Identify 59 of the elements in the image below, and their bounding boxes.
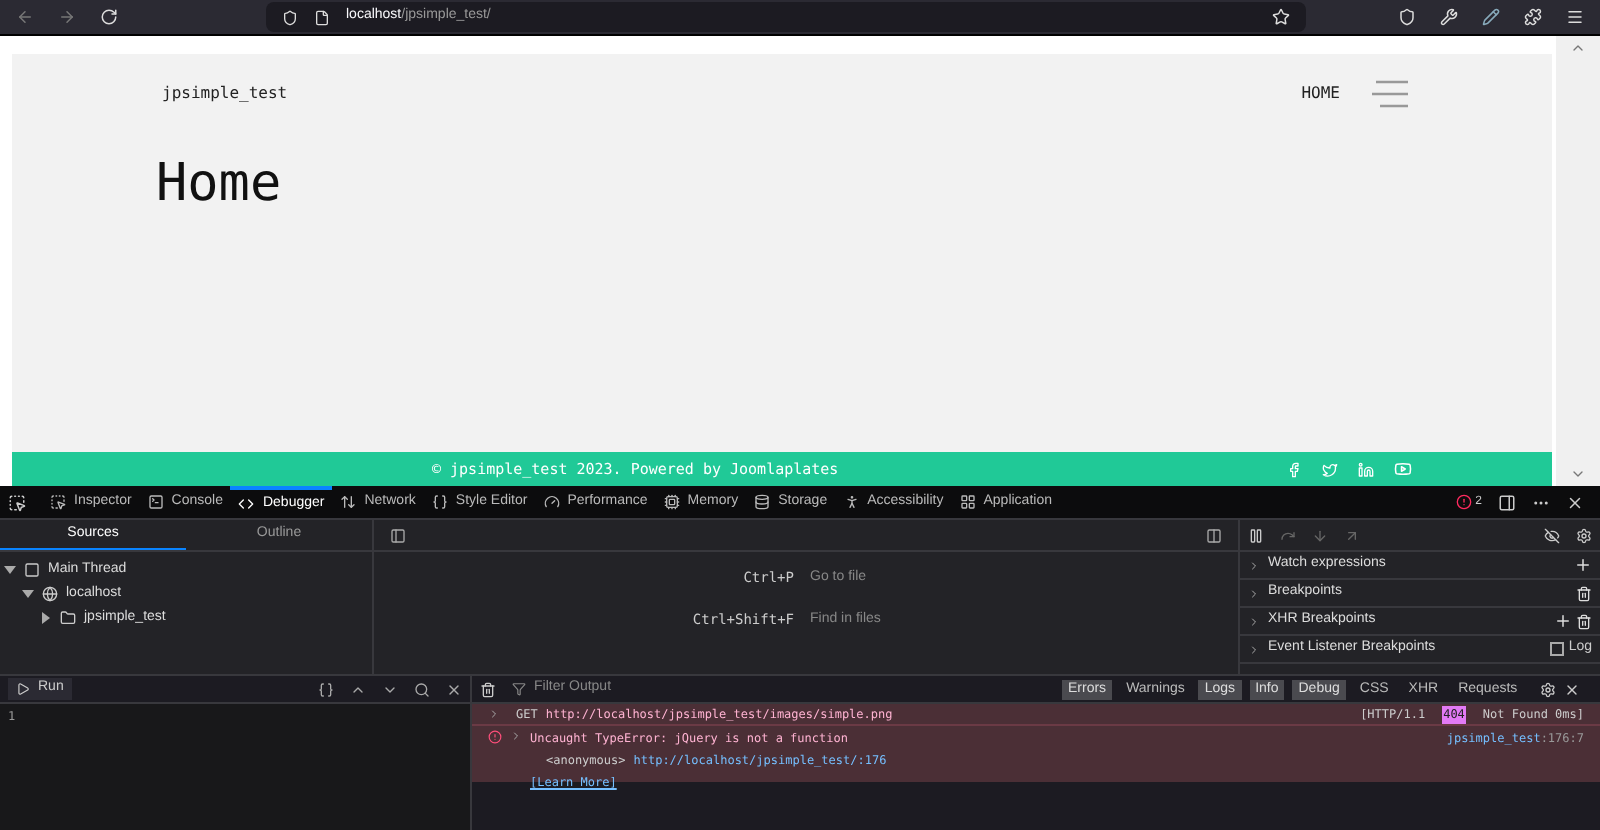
- star-icon[interactable]: [1272, 8, 1290, 26]
- person-icon: [843, 494, 860, 510]
- wrench-icon[interactable]: [1440, 8, 1458, 26]
- pause-icon[interactable]: [1248, 527, 1264, 543]
- panel-toggle-icon[interactable]: [1206, 527, 1222, 543]
- pencil-icon[interactable]: [1482, 8, 1500, 26]
- trash-icon[interactable]: [1576, 585, 1592, 601]
- log-checkbox[interactable]: [1550, 642, 1565, 656]
- scrollbar[interactable]: [1556, 36, 1600, 486]
- error-icon: [1455, 494, 1472, 510]
- close-icon[interactable]: [1563, 681, 1580, 697]
- puzzle-icon[interactable]: [1524, 8, 1542, 26]
- picker-icon[interactable]: [8, 493, 26, 511]
- deactivate-icon[interactable]: [1544, 527, 1560, 543]
- arrows-icon: [340, 494, 357, 510]
- close-icon[interactable]: [1566, 493, 1584, 511]
- reload-icon[interactable]: [100, 8, 118, 26]
- frame-icon: [24, 562, 40, 578]
- search-icon[interactable]: [414, 681, 430, 697]
- shield-icon[interactable]: [282, 9, 298, 25]
- dock-icon[interactable]: [1498, 493, 1516, 511]
- database-icon: [754, 494, 771, 510]
- error-icon: [488, 730, 502, 744]
- code-icon: [238, 496, 255, 512]
- add-icon[interactable]: [1554, 612, 1572, 630]
- chip-icon: [663, 494, 680, 510]
- nav-link[interactable]: HOME: [1301, 82, 1340, 106]
- settings-icon[interactable]: [1539, 681, 1556, 697]
- trash-icon[interactable]: [1576, 613, 1592, 629]
- forward-icon[interactable]: [58, 8, 76, 26]
- triangle-icon[interactable]: [22, 588, 34, 600]
- gauge-icon: [543, 494, 560, 510]
- step-in-icon[interactable]: [1312, 527, 1328, 543]
- page-heading: Home: [154, 158, 284, 210]
- step-out-icon[interactable]: [1344, 527, 1360, 543]
- grid-icon: [959, 494, 976, 510]
- hamburger-icon[interactable]: [1372, 80, 1408, 108]
- add-icon[interactable]: [1574, 556, 1592, 574]
- folder-icon: [60, 610, 76, 626]
- menu-icon[interactable]: [1566, 8, 1584, 26]
- triangle-icon[interactable]: [4, 564, 16, 576]
- scroll-up-icon[interactable]: [1570, 40, 1586, 56]
- target-icon: [50, 494, 66, 510]
- play-icon: [16, 682, 30, 696]
- trash-icon[interactable]: [480, 681, 496, 697]
- terminal-icon: [147, 494, 164, 510]
- scroll-down-icon[interactable]: [1570, 466, 1586, 482]
- back-icon[interactable]: [16, 8, 34, 26]
- braces-icon: [431, 494, 448, 510]
- triangle-icon[interactable]: [40, 612, 52, 624]
- page-icon: [314, 9, 330, 25]
- step-over-icon[interactable]: [1280, 527, 1296, 543]
- settings-icon[interactable]: [1576, 527, 1592, 543]
- globe-icon: [42, 586, 58, 602]
- filter-icon: [512, 682, 526, 696]
- braces-icon[interactable]: [318, 681, 334, 697]
- site-name[interactable]: jpsimple_test: [162, 82, 288, 106]
- close-icon[interactable]: [446, 681, 462, 697]
- panel-toggle-icon[interactable]: [390, 527, 406, 543]
